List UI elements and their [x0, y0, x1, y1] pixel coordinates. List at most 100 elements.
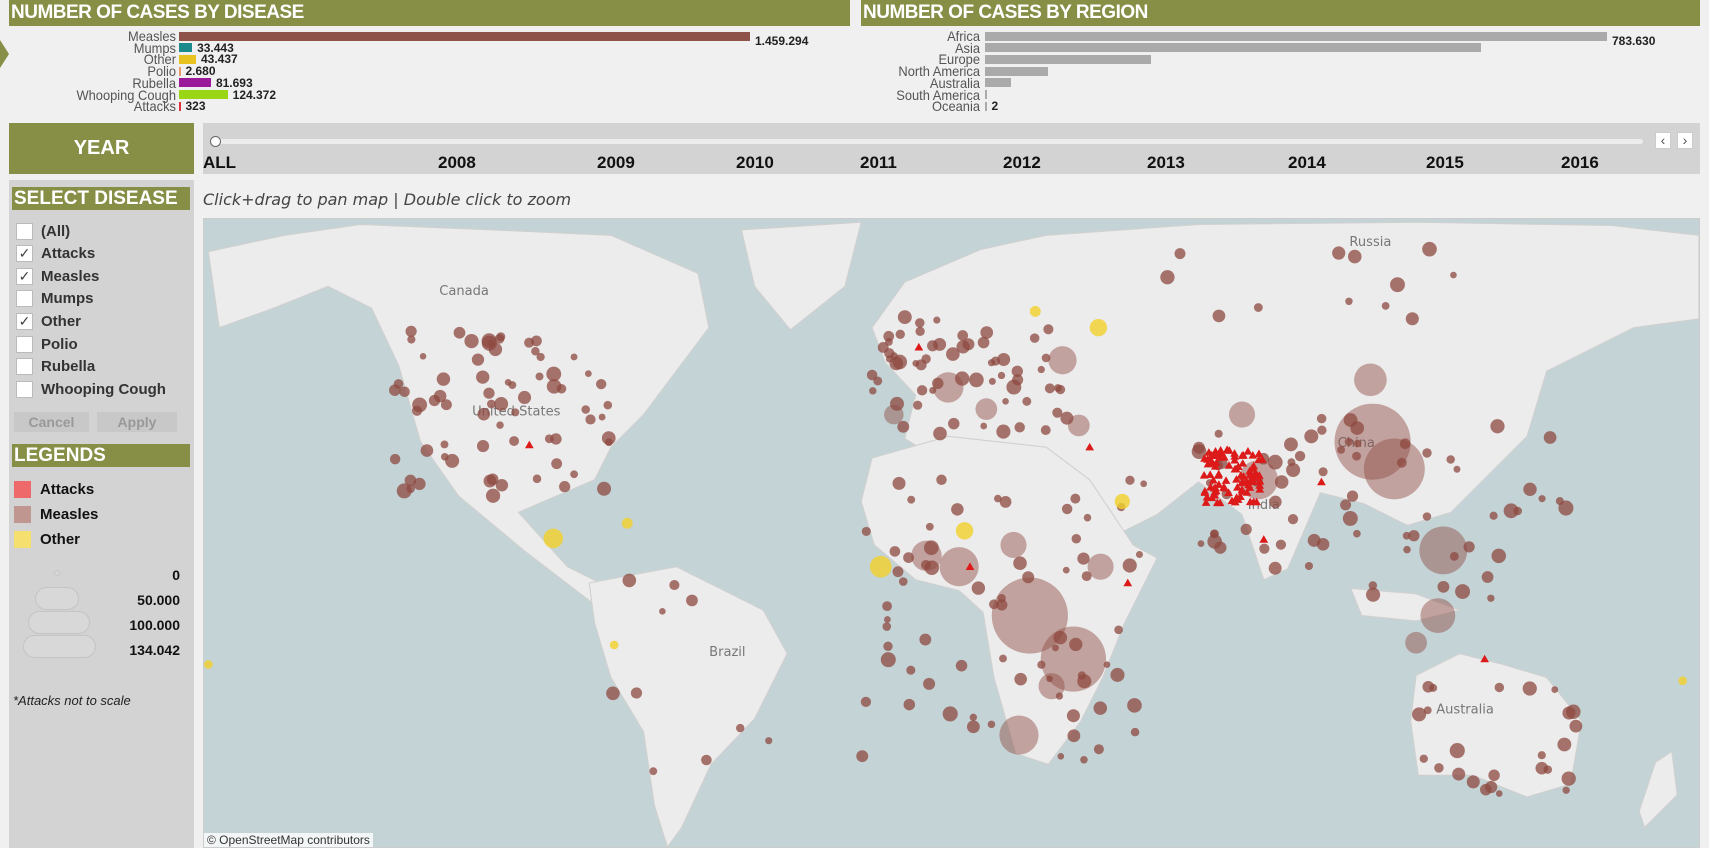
measles-marker[interactable] [420, 444, 434, 457]
measles-marker[interactable] [892, 566, 904, 578]
measles-marker[interactable] [1390, 277, 1405, 293]
measles-marker[interactable] [1057, 753, 1065, 760]
bar[interactable] [985, 90, 988, 99]
year-option-2015[interactable]: 2015 [1426, 153, 1464, 173]
measles-marker[interactable] [1055, 692, 1064, 700]
measles-marker[interactable] [971, 581, 986, 595]
filter-option[interactable]: Whooping Cough [16, 379, 166, 399]
measles-marker[interactable] [989, 599, 999, 610]
other-marker[interactable] [621, 517, 633, 529]
year-option-2013[interactable]: 2013 [1147, 153, 1185, 173]
measles-marker[interactable] [969, 713, 977, 721]
measles-marker[interactable] [389, 384, 401, 397]
measles-marker[interactable] [1067, 729, 1081, 743]
measles-marker[interactable] [1125, 475, 1135, 485]
measles-marker[interactable] [1345, 297, 1353, 306]
measles-marker[interactable] [923, 677, 936, 690]
measles-marker[interactable] [1318, 467, 1328, 477]
measles-marker[interactable] [1455, 584, 1471, 599]
measles-marker[interactable] [765, 737, 773, 745]
world-map[interactable]: RussiaCanadaUnited StatesBrazilChinaIndi… [203, 218, 1700, 848]
measles-marker[interactable] [966, 720, 980, 734]
measles-marker[interactable] [955, 371, 970, 386]
measles-marker[interactable] [1487, 594, 1495, 602]
filter-option[interactable]: ✓ Attacks [16, 244, 95, 264]
measles-marker[interactable] [1449, 743, 1465, 759]
measles-marker[interactable] [1054, 384, 1062, 392]
measles-marker[interactable] [915, 326, 925, 337]
measles-marker[interactable] [686, 594, 698, 607]
year-option-2016[interactable]: 2016 [1561, 153, 1599, 173]
measles-marker[interactable] [436, 372, 451, 386]
measles-marker[interactable] [1558, 500, 1574, 516]
bar[interactable] [985, 66, 1049, 76]
measles-bubble[interactable] [1405, 631, 1427, 654]
measles-marker[interactable] [669, 579, 680, 591]
bar[interactable] [179, 101, 181, 111]
measles-marker[interactable] [1062, 566, 1070, 574]
measles-marker[interactable] [1040, 425, 1051, 436]
measles-marker[interactable] [1450, 271, 1457, 279]
measles-marker[interactable] [906, 665, 916, 675]
bar[interactable] [985, 43, 1482, 53]
measles-marker[interactable] [1490, 419, 1505, 434]
measles-marker[interactable] [1122, 558, 1137, 573]
measles-marker[interactable] [1353, 439, 1362, 448]
measles-marker[interactable] [1396, 457, 1407, 468]
measles-marker[interactable] [622, 573, 637, 588]
measles-marker[interactable] [1066, 709, 1080, 723]
measles-marker[interactable] [1402, 531, 1411, 540]
measles-marker[interactable] [1405, 312, 1419, 326]
cancel-button[interactable]: Cancel [14, 412, 89, 432]
measles-marker[interactable] [980, 422, 988, 430]
measles-marker[interactable] [1344, 437, 1353, 446]
measles-marker[interactable] [389, 453, 401, 465]
measles-marker[interactable] [1337, 446, 1346, 454]
measles-marker[interactable] [1140, 480, 1148, 488]
measles-marker[interactable] [912, 360, 920, 367]
measles-marker[interactable] [1535, 761, 1549, 775]
measles-bubble[interactable] [1419, 526, 1468, 575]
measles-marker[interactable] [659, 608, 666, 615]
filter-option[interactable]: Mumps [16, 289, 94, 309]
measles-bubble[interactable] [1000, 531, 1027, 558]
measles-marker[interactable] [1343, 413, 1358, 427]
measles-marker[interactable] [988, 377, 996, 385]
measles-marker[interactable] [942, 706, 958, 722]
measles-marker[interactable] [433, 389, 447, 403]
measles-marker[interactable] [630, 687, 643, 699]
measles-marker[interactable] [1353, 529, 1361, 538]
checkbox[interactable] [16, 335, 33, 353]
bar[interactable] [985, 31, 1607, 41]
map-attribution[interactable]: © OpenStreetMap contributors [204, 833, 373, 847]
measles-marker[interactable] [1077, 552, 1090, 565]
measles-marker[interactable] [419, 352, 427, 360]
measles-marker[interactable] [1275, 539, 1287, 550]
measles-bubble[interactable] [1228, 401, 1256, 428]
measles-marker[interactable] [1060, 411, 1074, 425]
measles-marker[interactable] [924, 560, 940, 576]
measles-bubble[interactable] [1354, 363, 1387, 397]
measles-marker[interactable] [1569, 719, 1583, 733]
measles-marker[interactable] [535, 372, 544, 381]
measles-marker[interactable] [927, 340, 939, 352]
measles-marker[interactable] [551, 458, 563, 470]
checkbox[interactable] [16, 290, 33, 308]
measles-bubble[interactable] [975, 398, 998, 421]
measles-marker[interactable] [916, 385, 928, 396]
measles-marker[interactable] [1174, 248, 1186, 260]
measles-marker[interactable] [1551, 686, 1559, 693]
measles-marker[interactable] [544, 434, 554, 444]
measles-marker[interactable] [1429, 683, 1438, 692]
measles-marker[interactable] [895, 329, 905, 340]
measles-marker[interactable] [999, 654, 1007, 663]
measles-marker[interactable] [1069, 637, 1083, 652]
measles-marker[interactable] [495, 479, 509, 492]
measles-marker[interactable] [405, 325, 417, 337]
measles-marker[interactable] [1316, 413, 1327, 424]
measles-marker[interactable] [1347, 249, 1362, 264]
measles-marker[interactable] [1453, 465, 1461, 473]
measles-marker[interactable] [1434, 763, 1444, 773]
measles-marker[interactable] [584, 370, 592, 377]
measles-marker[interactable] [1053, 630, 1068, 645]
